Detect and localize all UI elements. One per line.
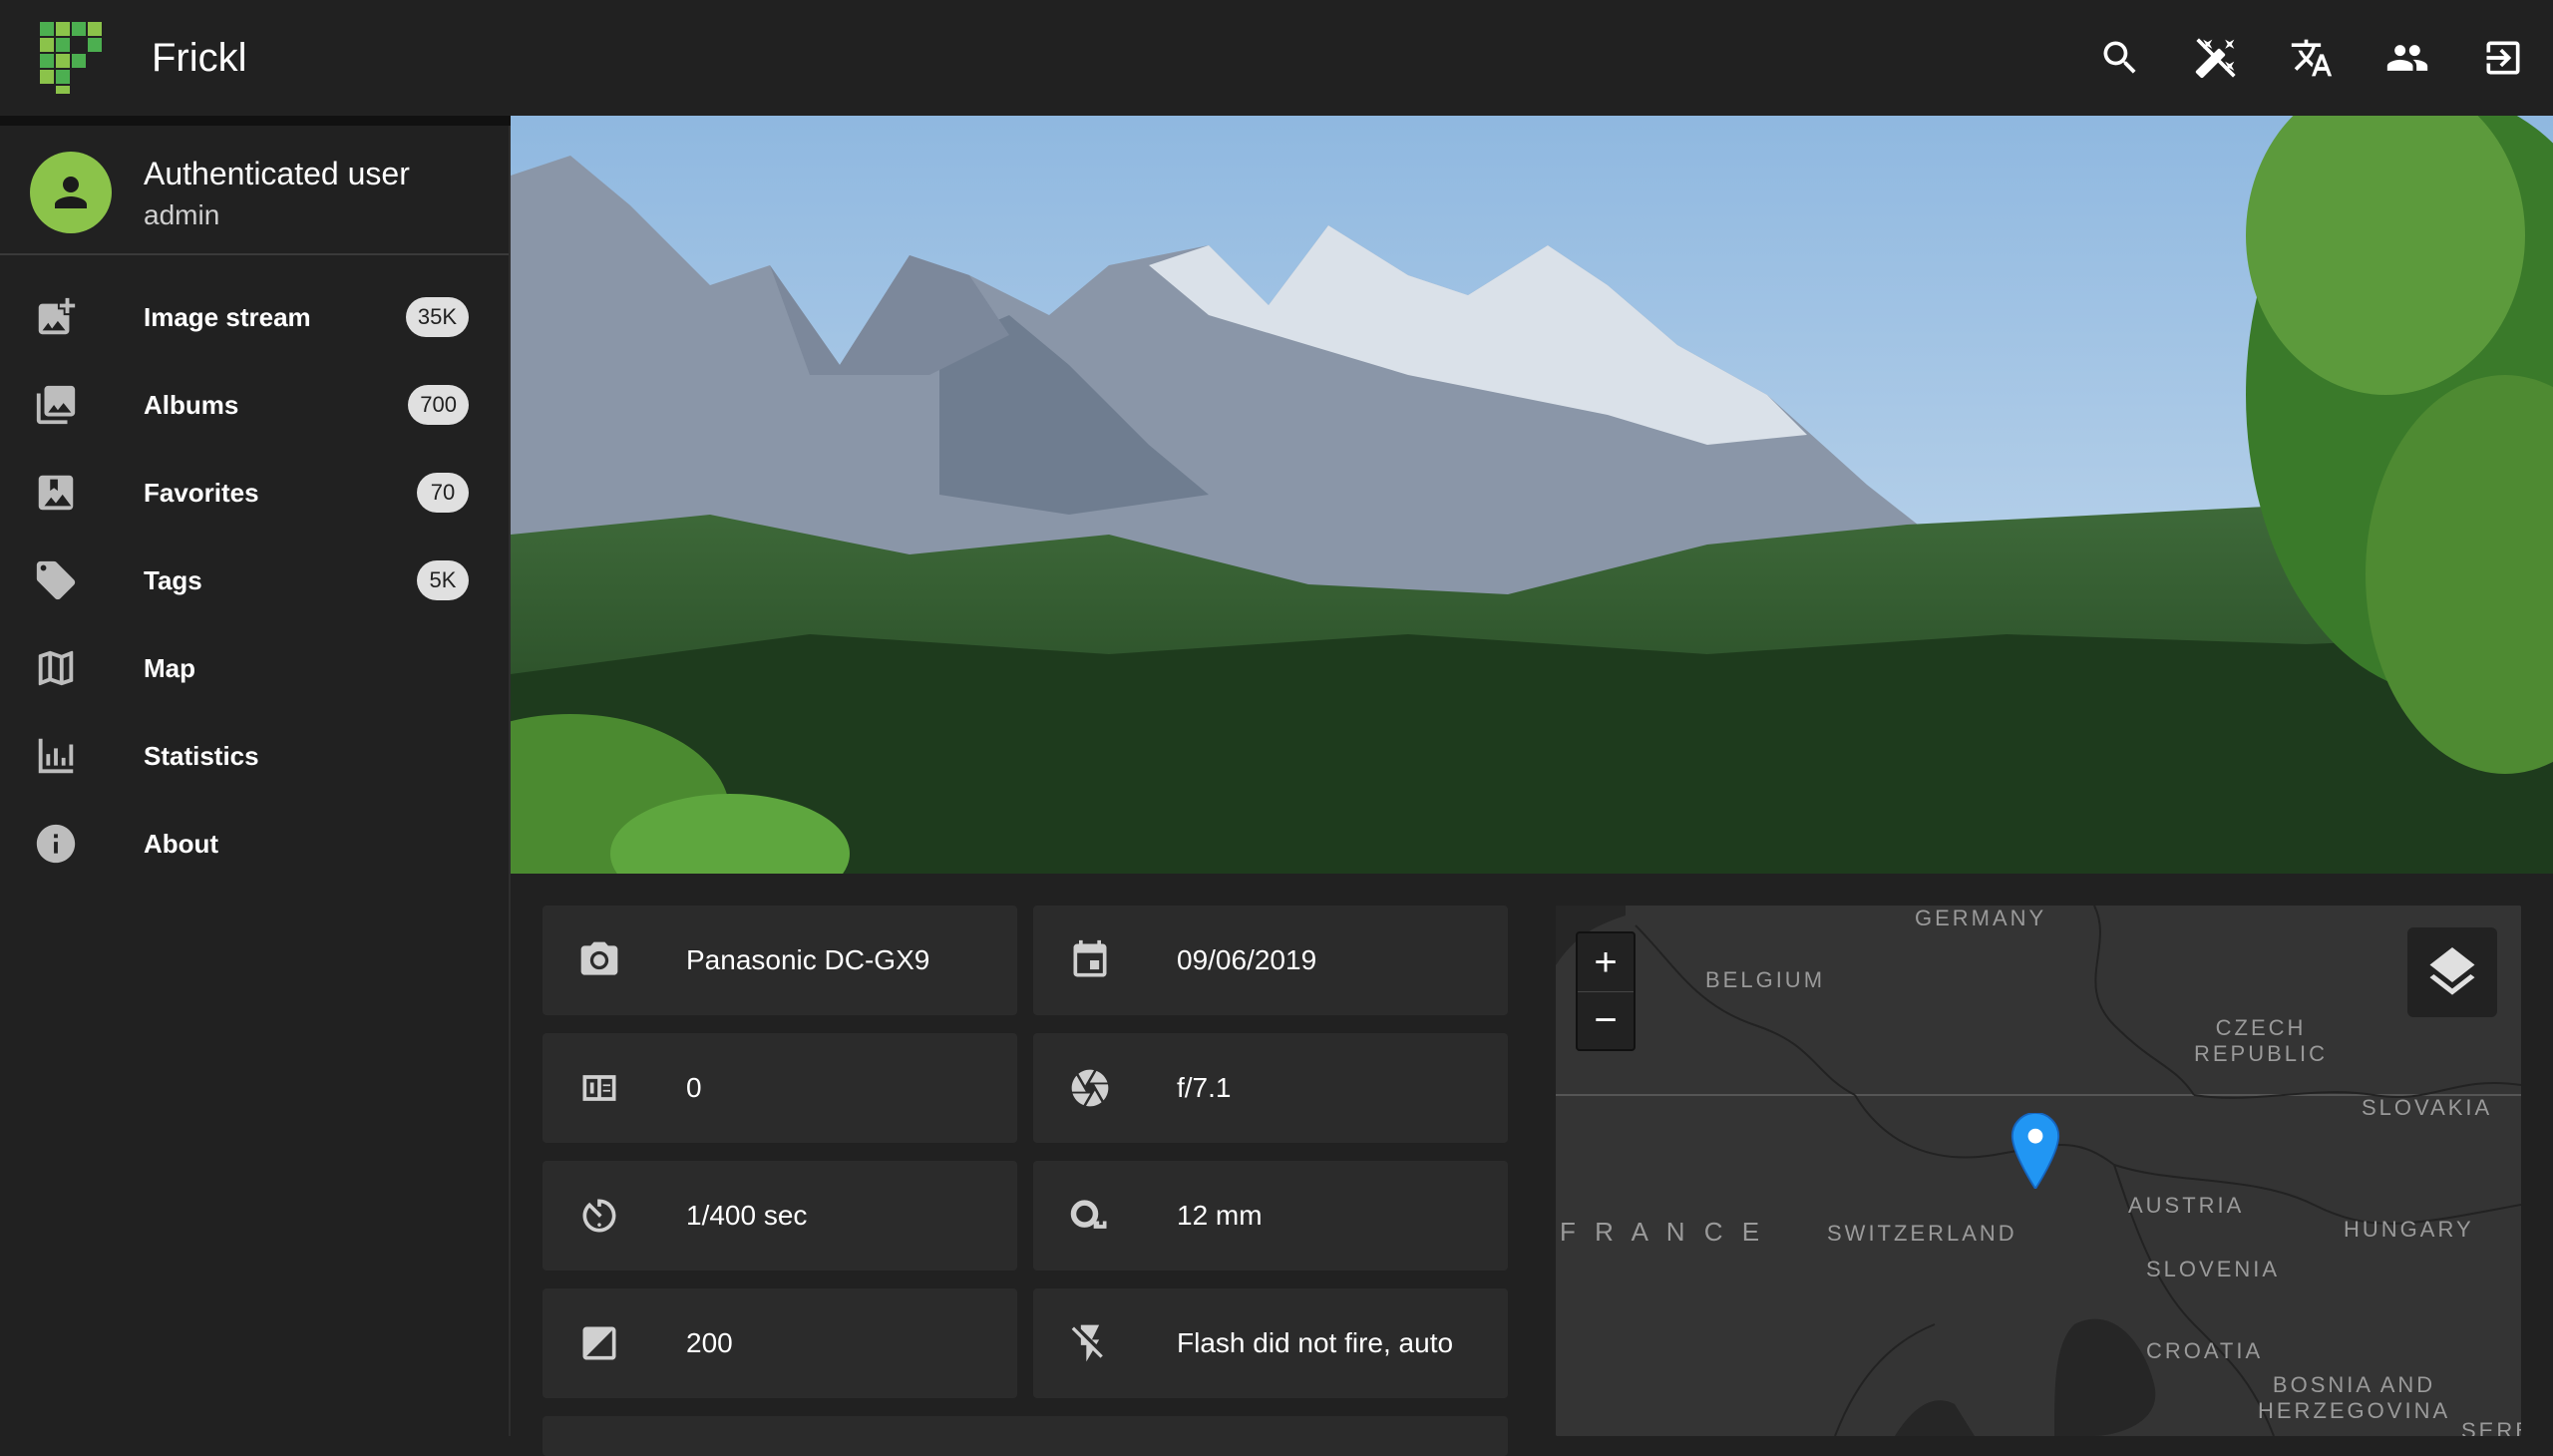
count-badge: 35K	[405, 297, 469, 337]
exif-shutter-card: 1/400 sec	[543, 1161, 1017, 1271]
users-button[interactable]	[2377, 28, 2437, 88]
exif-flash-card: Flash did not fire, auto	[1033, 1288, 1508, 1398]
shutter-speed: 1/400 sec	[686, 1200, 808, 1231]
focal-length: 12 mm	[1177, 1200, 1263, 1231]
count-badge: 700	[408, 385, 469, 425]
flash-status: Flash did not fire, auto	[1177, 1327, 1454, 1358]
sidebar-item-statistics[interactable]: Statistics	[0, 712, 509, 800]
timer-icon	[582, 1199, 616, 1233]
zoom-control: + −	[1576, 931, 1636, 1051]
exif-camera-card: Panasonic DC-GX9	[543, 906, 1017, 1015]
map-label-bosnia: BOSNIA AND HERZEGOVINA	[2258, 1372, 2451, 1423]
person-icon	[55, 177, 87, 208]
user-name: admin	[144, 199, 220, 230]
magic-wand-off-icon	[2195, 38, 2236, 79]
map-label-germany: GERMANY	[1915, 906, 2047, 930]
map-label-croatia: CROATIA	[2146, 1338, 2264, 1363]
map-label-austria: AUSTRIA	[2128, 1193, 2245, 1218]
zoom-out-button[interactable]: −	[1578, 991, 1634, 1049]
sidebar-item-image-stream[interactable]: Image stream 35K	[0, 273, 509, 361]
info-icon	[36, 824, 76, 864]
statistics-icon	[38, 738, 74, 774]
sidebar-item-label: Map	[144, 652, 195, 683]
edit-mode-button[interactable]	[2186, 28, 2246, 88]
iso-value: 200	[686, 1327, 733, 1358]
search-icon	[2103, 41, 2136, 74]
sidebar-item-label: Favorites	[144, 477, 259, 508]
exif-exposure-program-card: 0	[543, 1033, 1017, 1143]
sidebar-item-label: Image stream	[144, 301, 311, 332]
search-button[interactable]	[2090, 28, 2150, 88]
sidebar-item-label: Albums	[144, 389, 239, 420]
app-title: Frickl	[152, 36, 247, 80]
sidebar-item-label: Tags	[144, 564, 202, 595]
sidebar-divider	[0, 116, 511, 126]
exif-date-card: 09/06/2019	[1033, 906, 1508, 1015]
exif-extra-card	[543, 1416, 1508, 1456]
sidebar-item-about[interactable]: About	[0, 800, 509, 888]
layers-icon	[2429, 947, 2475, 995]
albums-icon	[36, 385, 76, 425]
capture-date: 09/06/2019	[1177, 944, 1317, 975]
location-map[interactable]: GERMANY BELGIUM CZECH REPUBLIC SLOVAKIA …	[1556, 906, 2521, 1436]
camera-model: Panasonic DC-GX9	[686, 944, 930, 975]
map-icon	[38, 650, 74, 686]
image-stream-icon	[38, 297, 76, 335]
exif-focal-length-card: 12 mm	[1033, 1161, 1508, 1271]
sidebar-item-favorites[interactable]: Favorites 70	[0, 449, 509, 537]
exposure-icon	[582, 1075, 616, 1101]
map-label-switzerland: SWITZERLAND	[1827, 1221, 2017, 1246]
sidebar-item-albums[interactable]: Albums 700	[0, 361, 509, 449]
map-label-belgium: BELGIUM	[1705, 967, 1826, 992]
calendar-icon	[1073, 939, 1107, 977]
map-label-slovenia: SLOVENIA	[2146, 1257, 2281, 1281]
iso-icon	[582, 1326, 616, 1360]
map-label-serbia: SERBI	[2461, 1418, 2521, 1436]
sidebar-item-label: About	[144, 828, 219, 859]
location-marker-icon[interactable]	[2010, 1113, 2060, 1189]
aperture: f/7.1	[1177, 1072, 1232, 1103]
exif-aperture-card: f/7.1	[1033, 1033, 1508, 1143]
map-label-czech-republic: CZECH REPUBLIC	[2194, 1015, 2329, 1066]
aperture-icon	[1071, 1069, 1109, 1107]
zoom-in-button[interactable]: +	[1578, 933, 1634, 991]
sidebar-nav: Image stream 35K Albums 700 Favorites 70…	[0, 273, 509, 888]
topbar-actions	[2090, 28, 2533, 88]
photo-preview[interactable]	[511, 116, 2553, 874]
tag-icon	[36, 560, 76, 600]
translate-icon	[2291, 39, 2333, 77]
favorites-icon	[38, 475, 74, 511]
sidebar-item-label: Statistics	[144, 740, 259, 771]
layers-button[interactable]	[2407, 927, 2497, 1017]
avatar	[30, 152, 112, 233]
sidebar-item-tags[interactable]: Tags 5K	[0, 537, 509, 624]
frickl-logo[interactable]	[40, 22, 102, 94]
camera-icon	[580, 941, 618, 975]
app-bar: Frickl	[0, 0, 2553, 116]
user-title: Authenticated user	[144, 156, 410, 191]
sidebar: Authenticated user admin Image stream 35…	[0, 116, 511, 1436]
exif-iso-card: 200	[543, 1288, 1017, 1398]
logout-button[interactable]	[2473, 28, 2533, 88]
count-badge: 5K	[417, 560, 469, 600]
logout-icon	[2486, 41, 2520, 75]
flash-off-icon	[1071, 1324, 1103, 1362]
user-block[interactable]: Authenticated user admin	[0, 126, 509, 255]
map-label-hungary: HUNGARY	[2344, 1217, 2474, 1242]
map-label-slovakia: SLOVAKIA	[2362, 1095, 2493, 1120]
language-button[interactable]	[2282, 28, 2342, 88]
map-label-france: F R A N C E	[1560, 1217, 1766, 1247]
focal-length-icon	[1070, 1200, 1107, 1229]
users-icon	[2386, 45, 2428, 71]
count-badge: 70	[417, 473, 469, 513]
exposure-program: 0	[686, 1072, 702, 1103]
sidebar-item-map[interactable]: Map	[0, 624, 509, 712]
